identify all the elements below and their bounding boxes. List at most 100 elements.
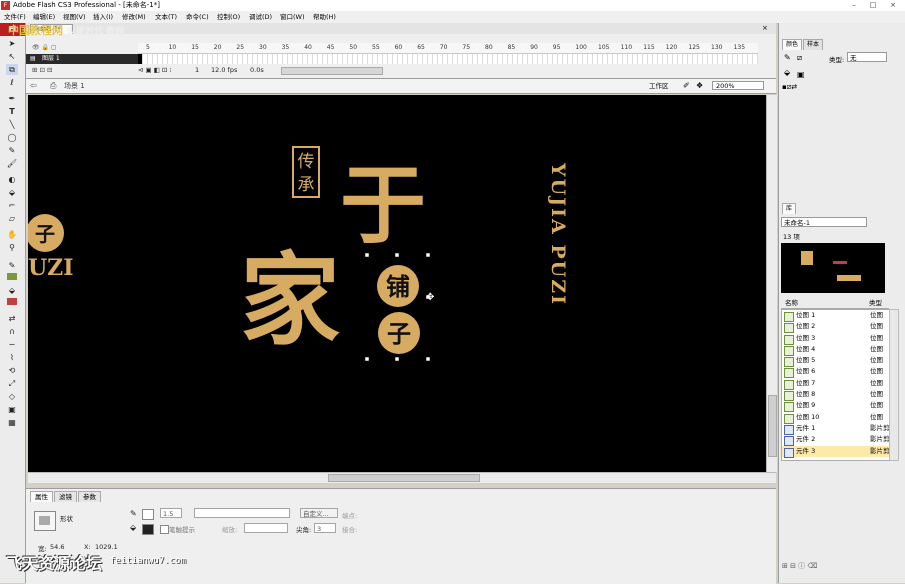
library-item[interactable]: 元件 3 影片剪 <box>782 445 890 458</box>
menu-text[interactable]: 文本(T) <box>155 11 177 23</box>
fill-type-select[interactable]: 无 <box>847 52 887 62</box>
free-transform-tool-icon[interactable]: ⧉ <box>6 64 18 75</box>
envelope-icon[interactable]: ▣ <box>6 404 18 415</box>
library-scrollbar[interactable] <box>889 309 899 461</box>
minimize-button[interactable]: – <box>845 0 863 10</box>
edit-scene-icon[interactable]: ✐ <box>683 80 690 92</box>
tab-color[interactable]: 颜色 <box>782 39 803 50</box>
back-arrow-icon[interactable]: ⇦ <box>30 80 37 92</box>
workspace-menu[interactable]: 工作区 <box>649 80 669 92</box>
library-item[interactable]: 元件 2 影片剪 <box>782 434 890 447</box>
subselection-tool-icon[interactable]: ↖ <box>6 51 18 62</box>
menu-modify[interactable]: 修改(M) <box>122 11 146 23</box>
close-document-icon[interactable]: × <box>762 23 768 34</box>
frame-cells[interactable] <box>138 54 758 64</box>
fill-bucket-small-icon[interactable]: ⬙ <box>784 68 790 77</box>
brush-tool-icon[interactable]: 🖌 <box>6 158 18 169</box>
oval-tool-icon[interactable]: ◯ <box>6 132 18 143</box>
default-colors-icon[interactable]: ▪⧄⇄ <box>782 83 797 92</box>
library-item[interactable]: 位图 8 位图 <box>782 389 890 402</box>
swap-colors-icon[interactable]: ⇄ <box>6 313 18 324</box>
stroke-color-swatch[interactable] <box>142 509 154 520</box>
lasso-tool-icon[interactable]: ℓ <box>6 77 18 88</box>
layer-row[interactable]: 图层 1 ▤ <box>26 54 138 64</box>
library-item[interactable]: 位图 10 位图 <box>782 412 890 424</box>
menu-window[interactable]: 窗口(W) <box>280 11 305 23</box>
library-item[interactable]: 元件 1 影片剪 <box>782 423 890 435</box>
eraser-icon[interactable]: ▱ <box>6 213 18 224</box>
zoom-tool-icon[interactable]: ⚲ <box>6 242 18 253</box>
stroke-color-icon[interactable]: ✎ <box>784 53 791 62</box>
scale-icon[interactable]: ⤢ <box>6 378 18 389</box>
stage-horizontal-scrollbar[interactable] <box>28 472 776 483</box>
tab-properties[interactable]: 属性 <box>30 491 53 502</box>
stroke-swatch[interactable] <box>7 273 17 280</box>
close-button[interactable]: × <box>884 0 902 10</box>
fill-color-swatch[interactable] <box>142 524 154 535</box>
fill-color-icon[interactable]: ⬙ <box>6 285 18 296</box>
ruler-tick: 45 <box>326 44 335 51</box>
stroke-color-icon[interactable]: ✎ <box>6 260 18 271</box>
preview-glyph <box>801 251 813 265</box>
stroke-size-field[interactable]: 1.5 <box>160 508 182 518</box>
library-item[interactable]: 位图 4 位图 <box>782 344 890 356</box>
library-item[interactable]: 位图 1 位图 <box>782 310 890 322</box>
layer-add-delete-icons[interactable]: ⊞ ⊡ ⊟ <box>32 66 52 74</box>
paint-bucket-icon[interactable]: ⬙ <box>6 187 18 198</box>
selection-tool-icon[interactable]: ➤ <box>6 38 18 49</box>
fill-swatch-small-icon[interactable]: ▣ <box>797 70 805 79</box>
tab-library[interactable]: 库 <box>782 203 797 214</box>
stroke-none-icon[interactable]: ⧄ <box>797 53 802 63</box>
ink-bottle-icon[interactable]: ◐ <box>6 174 18 185</box>
eyedropper-icon[interactable]: ⌐ <box>6 200 18 211</box>
col-type[interactable]: 类型 <box>869 298 882 308</box>
library-item[interactable]: 位图 7 位图 <box>782 378 890 390</box>
menu-help[interactable]: 帮助(H) <box>313 11 336 23</box>
stage-vertical-scrollbar[interactable] <box>766 95 777 472</box>
fill-swatch[interactable] <box>7 298 17 305</box>
extra-tool-icon[interactable]: ▦ <box>6 417 18 428</box>
stroke-style-select[interactable] <box>194 508 290 518</box>
pu-char: 铺 <box>386 272 410 301</box>
hand-tool-icon[interactable]: ✋ <box>6 229 18 240</box>
keyframe[interactable] <box>138 54 142 64</box>
properties-tabs: 属性 滤镜 参数 <box>30 491 102 502</box>
library-item[interactable]: 位图 6 位图 <box>782 366 890 379</box>
smooth-icon[interactable]: ∽ <box>6 339 18 350</box>
custom-stroke-button[interactable]: 自定义... <box>300 508 338 518</box>
library-item[interactable]: 位图 2 位图 <box>782 321 890 334</box>
library-item[interactable]: 位图 5 位图 <box>782 355 890 368</box>
miter-field[interactable]: 3 <box>314 523 336 533</box>
scene-name: 场景 1 <box>64 82 85 90</box>
pen-tool-icon[interactable]: ✒ <box>6 93 18 104</box>
menu-commands[interactable]: 命令(C) <box>186 11 209 23</box>
snap-magnet-icon[interactable]: ∩ <box>6 326 18 337</box>
stage[interactable]: 子 UZI 传 承 于 家 铺 子 ✥ YUJIA PUZI <box>28 95 766 472</box>
scale-select[interactable] <box>244 523 288 533</box>
edit-symbol-icon[interactable]: ❖ <box>696 80 703 92</box>
maximize-button[interactable]: □ <box>864 0 882 10</box>
rotate-skew-icon[interactable]: ⟲ <box>6 365 18 376</box>
timeline-scrollbar[interactable] <box>281 67 383 75</box>
horizontal-scroll-thumb[interactable] <box>328 474 480 482</box>
tab-filters[interactable]: 滤镜 <box>54 491 77 502</box>
col-name[interactable]: 名称 <box>785 298 798 308</box>
library-document-select[interactable]: 未命名-1 <box>781 217 867 227</box>
line-tool-icon[interactable]: ╲ <box>6 119 18 130</box>
menu-debug[interactable]: 调试(D) <box>249 11 272 23</box>
tab-swatches[interactable]: 样本 <box>803 39 824 50</box>
distort-icon[interactable]: ◇ <box>6 391 18 402</box>
timeline-eye-lock-icons[interactable]: 👁 🔒 ▢ <box>32 44 57 51</box>
pencil-tool-icon[interactable]: ✎ <box>6 145 18 156</box>
menu-control[interactable]: 控制(O) <box>217 11 240 23</box>
tab-parameters[interactable]: 参数 <box>78 491 101 502</box>
onion-skin-icons[interactable]: ⊲ ▣ ◧ ⊡ ⁝ <box>138 66 172 75</box>
vertical-scroll-thumb[interactable] <box>768 395 777 457</box>
zoom-select[interactable]: 200% <box>712 81 764 90</box>
straighten-icon[interactable]: ⌇ <box>6 352 18 363</box>
library-footer-icons[interactable]: ⊞ ⊟ ⓘ ⌫ <box>782 561 817 571</box>
stroke-hint-checkbox[interactable] <box>160 525 169 534</box>
library-item[interactable]: 位图 9 位图 <box>782 400 890 413</box>
text-tool-icon[interactable]: T <box>6 106 18 117</box>
library-item[interactable]: 位图 3 位图 <box>782 333 890 345</box>
